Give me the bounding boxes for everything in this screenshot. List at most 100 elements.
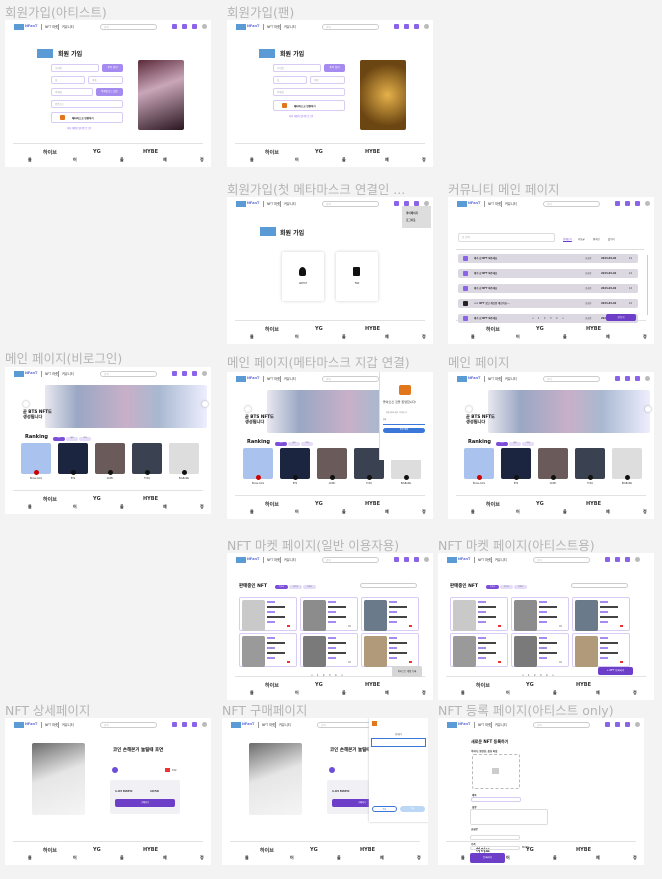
logo-icon[interactable] (236, 201, 246, 207)
profile-icon[interactable] (645, 376, 650, 381)
nft-card[interactable] (511, 597, 569, 631)
wallet-icon[interactable] (414, 24, 419, 29)
logo-text[interactable]: NFanT (458, 722, 470, 726)
like-icon[interactable] (498, 660, 501, 663)
post-row[interactable]: 제가 산 NFT 봐주세요 조회수 2023-03-02 12 (458, 284, 638, 293)
nav-community[interactable]: 커뮤니티 (280, 201, 296, 207)
logo-text[interactable]: NFanT (242, 722, 254, 726)
nft-card[interactable] (450, 597, 508, 631)
page-2[interactable]: 2 (534, 674, 536, 677)
chat-icon[interactable] (394, 557, 399, 562)
profile-icon[interactable] (202, 24, 207, 29)
ranking-chip[interactable]: 전체 (301, 442, 313, 446)
search-input[interactable]: 검색 (543, 201, 600, 207)
prev-arrow-icon[interactable] (245, 406, 251, 412)
nav-community[interactable]: 커뮤니티 (58, 371, 74, 377)
nav-nft-market[interactable]: NFT 마켓 (484, 201, 501, 207)
chat-icon[interactable] (394, 24, 399, 29)
bell-icon[interactable] (404, 24, 409, 29)
wallet-icon[interactable] (625, 722, 630, 727)
nav-community[interactable]: 커뮤니티 (501, 201, 517, 207)
like-icon[interactable] (620, 624, 623, 627)
logo-text[interactable]: NFanT (25, 371, 37, 375)
nav-community[interactable]: 커뮤니티 (280, 557, 296, 563)
check-duplicate-button[interactable]: 중복 확인 (102, 64, 123, 72)
nft-card[interactable] (361, 633, 419, 667)
nav-community[interactable]: 커뮤니티 (501, 376, 517, 382)
tab-1[interactable]: 자유글 (578, 237, 585, 241)
bell-icon[interactable] (182, 24, 187, 29)
profile-icon[interactable] (635, 722, 640, 727)
description-input[interactable] (470, 809, 548, 825)
search-input[interactable]: 검색 (100, 371, 157, 377)
search-input[interactable]: 검색 (322, 24, 379, 30)
next-arrow-icon[interactable] (202, 401, 208, 407)
post-row[interactable]: 제가 산 NFT 봐주세요 조회수 2023-03-02 12 (458, 254, 638, 263)
logo-icon[interactable] (14, 371, 24, 377)
login-link[interactable]: 이미 계정이 있다면 로그인 (67, 126, 91, 130)
tab-3[interactable]: 같이가 (608, 237, 615, 241)
search-input[interactable]: 검색 (533, 722, 590, 728)
page-1[interactable]: 1 (528, 674, 530, 677)
page-2[interactable]: 2 (544, 317, 546, 320)
nav-nft-market[interactable]: NFT 마켓 (263, 557, 280, 563)
nft-search-input[interactable] (571, 583, 628, 588)
nft-search-input[interactable] (360, 583, 417, 588)
nav-community[interactable]: 커뮤니티 (58, 24, 74, 30)
register-artist-button[interactable]: 아티스트 계정 등록 (392, 666, 422, 677)
nickname-input[interactable]: 닉네임 (273, 64, 321, 72)
last-name-input[interactable]: 성 (51, 76, 85, 84)
ranking-chip[interactable]: 전체 (522, 442, 534, 446)
ranking-chip[interactable]: 주간 (275, 442, 287, 446)
unlock-button[interactable]: 잠금 해제 (383, 428, 425, 433)
add-nft-button[interactable]: + NFT 등록하기 (598, 667, 633, 675)
logo-icon[interactable] (14, 722, 24, 728)
page-4[interactable]: 4 (556, 317, 558, 320)
prev-arrow-icon[interactable] (466, 406, 472, 412)
password-input[interactable] (383, 424, 425, 425)
role-artist-card[interactable]: ARTIST (282, 252, 324, 301)
search-input[interactable]: 검색 (322, 201, 379, 207)
wallet-icon[interactable] (635, 376, 640, 381)
first-name-input[interactable]: 이름 (88, 76, 123, 84)
logo-icon[interactable] (457, 376, 467, 382)
profile-icon[interactable] (424, 24, 429, 29)
supply-input[interactable] (470, 835, 520, 840)
send-code-button[interactable]: 이메일코드 발송 (96, 88, 123, 96)
nav-nft-market[interactable]: NFT 마켓 (263, 376, 280, 382)
nav-nft-market[interactable]: NFT 마켓 (41, 371, 58, 377)
wallet-icon[interactable] (192, 371, 197, 376)
profile-icon[interactable] (635, 557, 640, 562)
logo-icon[interactable] (447, 557, 457, 563)
logo-icon[interactable] (236, 557, 246, 563)
chat-icon[interactable] (615, 376, 620, 381)
ranking-chip[interactable]: 월간 (66, 437, 78, 441)
nft-card[interactable] (300, 597, 358, 631)
like-icon[interactable] (287, 660, 290, 663)
page-1[interactable]: 1 (538, 317, 540, 320)
scrollbar[interactable] (646, 255, 648, 315)
like-icon[interactable] (348, 624, 351, 627)
profile-icon[interactable] (645, 201, 650, 206)
write-post-button[interactable]: 글쓰기 (606, 314, 636, 321)
chat-icon[interactable] (172, 371, 177, 376)
like-icon[interactable] (409, 624, 412, 627)
like-icon[interactable] (559, 660, 562, 663)
chat-icon[interactable] (605, 557, 610, 562)
page-3[interactable]: 3 (540, 674, 542, 677)
logo-icon[interactable] (14, 24, 24, 30)
logo-icon[interactable] (236, 376, 246, 382)
email-input[interactable]: 이메일 (273, 88, 345, 96)
sort-chip[interactable]: 인기순 (289, 585, 302, 589)
next-button[interactable]: 다음 (400, 806, 425, 812)
nav-community[interactable]: 커뮤니티 (280, 24, 296, 30)
post-search-input[interactable]: 글 검색 (458, 233, 555, 242)
tab-0[interactable]: 전체보기 (563, 237, 572, 241)
last-name-input[interactable]: 성 (273, 76, 307, 84)
sort-chip[interactable]: 가격순 (303, 585, 316, 589)
wallet-icon[interactable] (635, 201, 640, 206)
chat-icon[interactable] (172, 24, 177, 29)
search-input[interactable]: 검색 (533, 557, 590, 563)
sort-chip[interactable]: 최신순 (486, 585, 499, 589)
nft-card[interactable] (572, 597, 630, 631)
